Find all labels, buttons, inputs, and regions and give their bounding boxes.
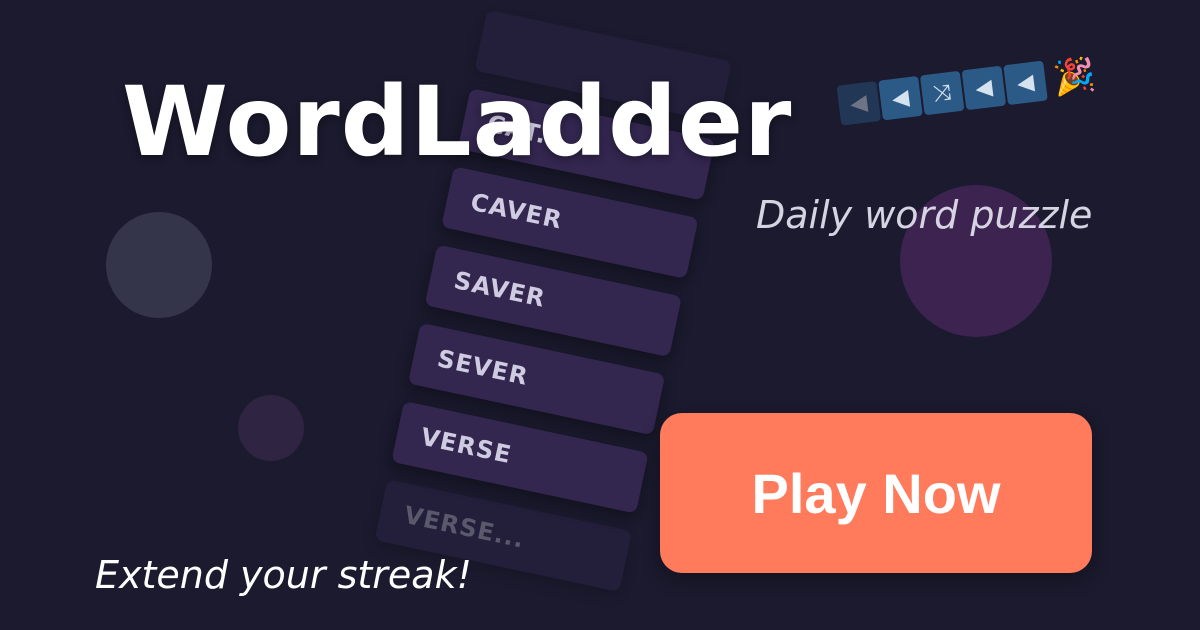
word-text: SEVER	[434, 344, 531, 391]
party-popper-icon: 🎉	[1050, 54, 1098, 100]
icon-strip: ◀ ◀ ⤨ ◀ ◀ 🎉	[836, 54, 1098, 126]
back-arrow-icon: ◀	[836, 81, 882, 126]
back-arrow-icon: ◀	[961, 65, 1007, 111]
back-arrow-icon: ◀	[1003, 60, 1048, 106]
app-title: WordLadder	[122, 66, 793, 178]
play-now-button[interactable]: Play Now	[660, 413, 1092, 573]
word-text: VERSE	[418, 422, 515, 470]
tagline: Extend your streak!	[95, 553, 472, 597]
word-text: CAVER	[468, 187, 565, 235]
word-text: VERSE...	[401, 500, 528, 554]
word-text: SAVER	[451, 266, 548, 313]
social-card: CAT... CAVER SAVER SEVER VERSE VERSE... …	[0, 0, 1200, 630]
decorative-circle	[106, 212, 212, 318]
subtitle: Daily word puzzle	[756, 193, 1093, 237]
shuffle-icon: ⤨	[919, 70, 965, 116]
back-arrow-icon: ◀	[878, 75, 923, 121]
decorative-circle	[238, 395, 304, 461]
